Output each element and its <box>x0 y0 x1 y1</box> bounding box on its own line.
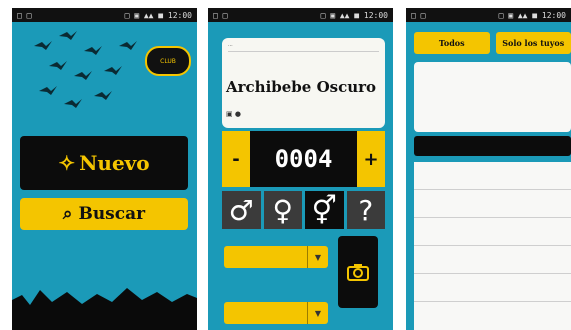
date-time: ▣ ● <box>226 110 241 118</box>
sex-selector: ♂ ♀ ⚥ ? <box>222 191 385 229</box>
phone-list-screen: □ □ □ ▣ ▲▲ ■ 12:00 Todos Solo los tuyos <box>406 8 571 330</box>
breadcrumb: ... <box>228 42 379 52</box>
list-item[interactable] <box>414 274 571 302</box>
list-item[interactable] <box>414 162 571 190</box>
status-left: □ □ <box>17 10 32 20</box>
flock-illustration <box>34 31 137 108</box>
female-button[interactable]: ♀ <box>263 191 302 229</box>
dropdown2[interactable]: ▼ <box>224 302 328 324</box>
bird-icon: ✧ <box>58 151 76 175</box>
club-badge-logo: CLUB <box>145 46 191 76</box>
treeline-illustration <box>12 288 197 330</box>
search-icon: ⌕ <box>62 204 73 224</box>
camera-button[interactable] <box>338 236 378 308</box>
list-item[interactable] <box>414 218 571 246</box>
status-bar: □ □ □ ▣ ▲▲ ■ 12:00 <box>12 8 197 22</box>
new-button[interactable]: ✧ Nuevo <box>20 136 188 190</box>
new-button-label: Nuevo <box>79 151 150 175</box>
species-list <box>414 162 571 330</box>
both-button[interactable]: ⚥ <box>305 191 344 229</box>
phone-home-screen: □ □ □ ▣ ▲▲ ■ 12:00 CLUB ✧ Nuevo ⌕ Buscar <box>12 8 197 330</box>
dropdown1[interactable]: ▼ <box>224 246 328 268</box>
search-button-label: Buscar <box>78 204 146 224</box>
decrement-button[interactable]: - <box>222 131 250 187</box>
species-card: ... Archibebe Oscuro ▣ ● <box>222 38 385 128</box>
section-bar[interactable] <box>414 136 571 156</box>
status-left: □ □ <box>411 10 426 20</box>
species-name: Archibebe Oscuro <box>226 78 377 96</box>
search-button[interactable]: ⌕ Buscar <box>20 198 188 230</box>
counter: - 0004 + <box>222 131 385 187</box>
status-right: □ ▣ ▲▲ ■ 12:00 <box>320 10 388 20</box>
status-left: □ □ <box>213 10 228 20</box>
list-item[interactable] <box>414 190 571 218</box>
counter-value: 0004 <box>250 131 357 187</box>
tab-mine[interactable]: Solo los tuyos <box>495 32 571 54</box>
chevron-down-icon: ▼ <box>307 302 328 324</box>
tab-all[interactable]: Todos <box>414 32 490 54</box>
info-card <box>414 62 571 132</box>
tab-bar: Todos Solo los tuyos <box>414 32 571 54</box>
unknown-button[interactable]: ? <box>346 191 385 229</box>
status-bar: □ □ □ ▣ ▲▲ ■ 12:00 <box>406 8 571 22</box>
status-bar: □ □ □ ▣ ▲▲ ■ 12:00 <box>208 8 393 22</box>
male-button[interactable]: ♂ <box>222 191 261 229</box>
list-item[interactable] <box>414 246 571 274</box>
camera-icon <box>347 264 369 281</box>
increment-button[interactable]: + <box>357 131 385 187</box>
phone-record-screen: □ □ □ ▣ ▲▲ ■ 12:00 ... Archibebe Oscuro … <box>208 8 393 330</box>
chevron-down-icon: ▼ <box>307 246 328 268</box>
status-right: □ ▣ ▲▲ ■ 12:00 <box>124 10 192 20</box>
status-right: □ ▣ ▲▲ ■ 12:00 <box>498 10 566 20</box>
